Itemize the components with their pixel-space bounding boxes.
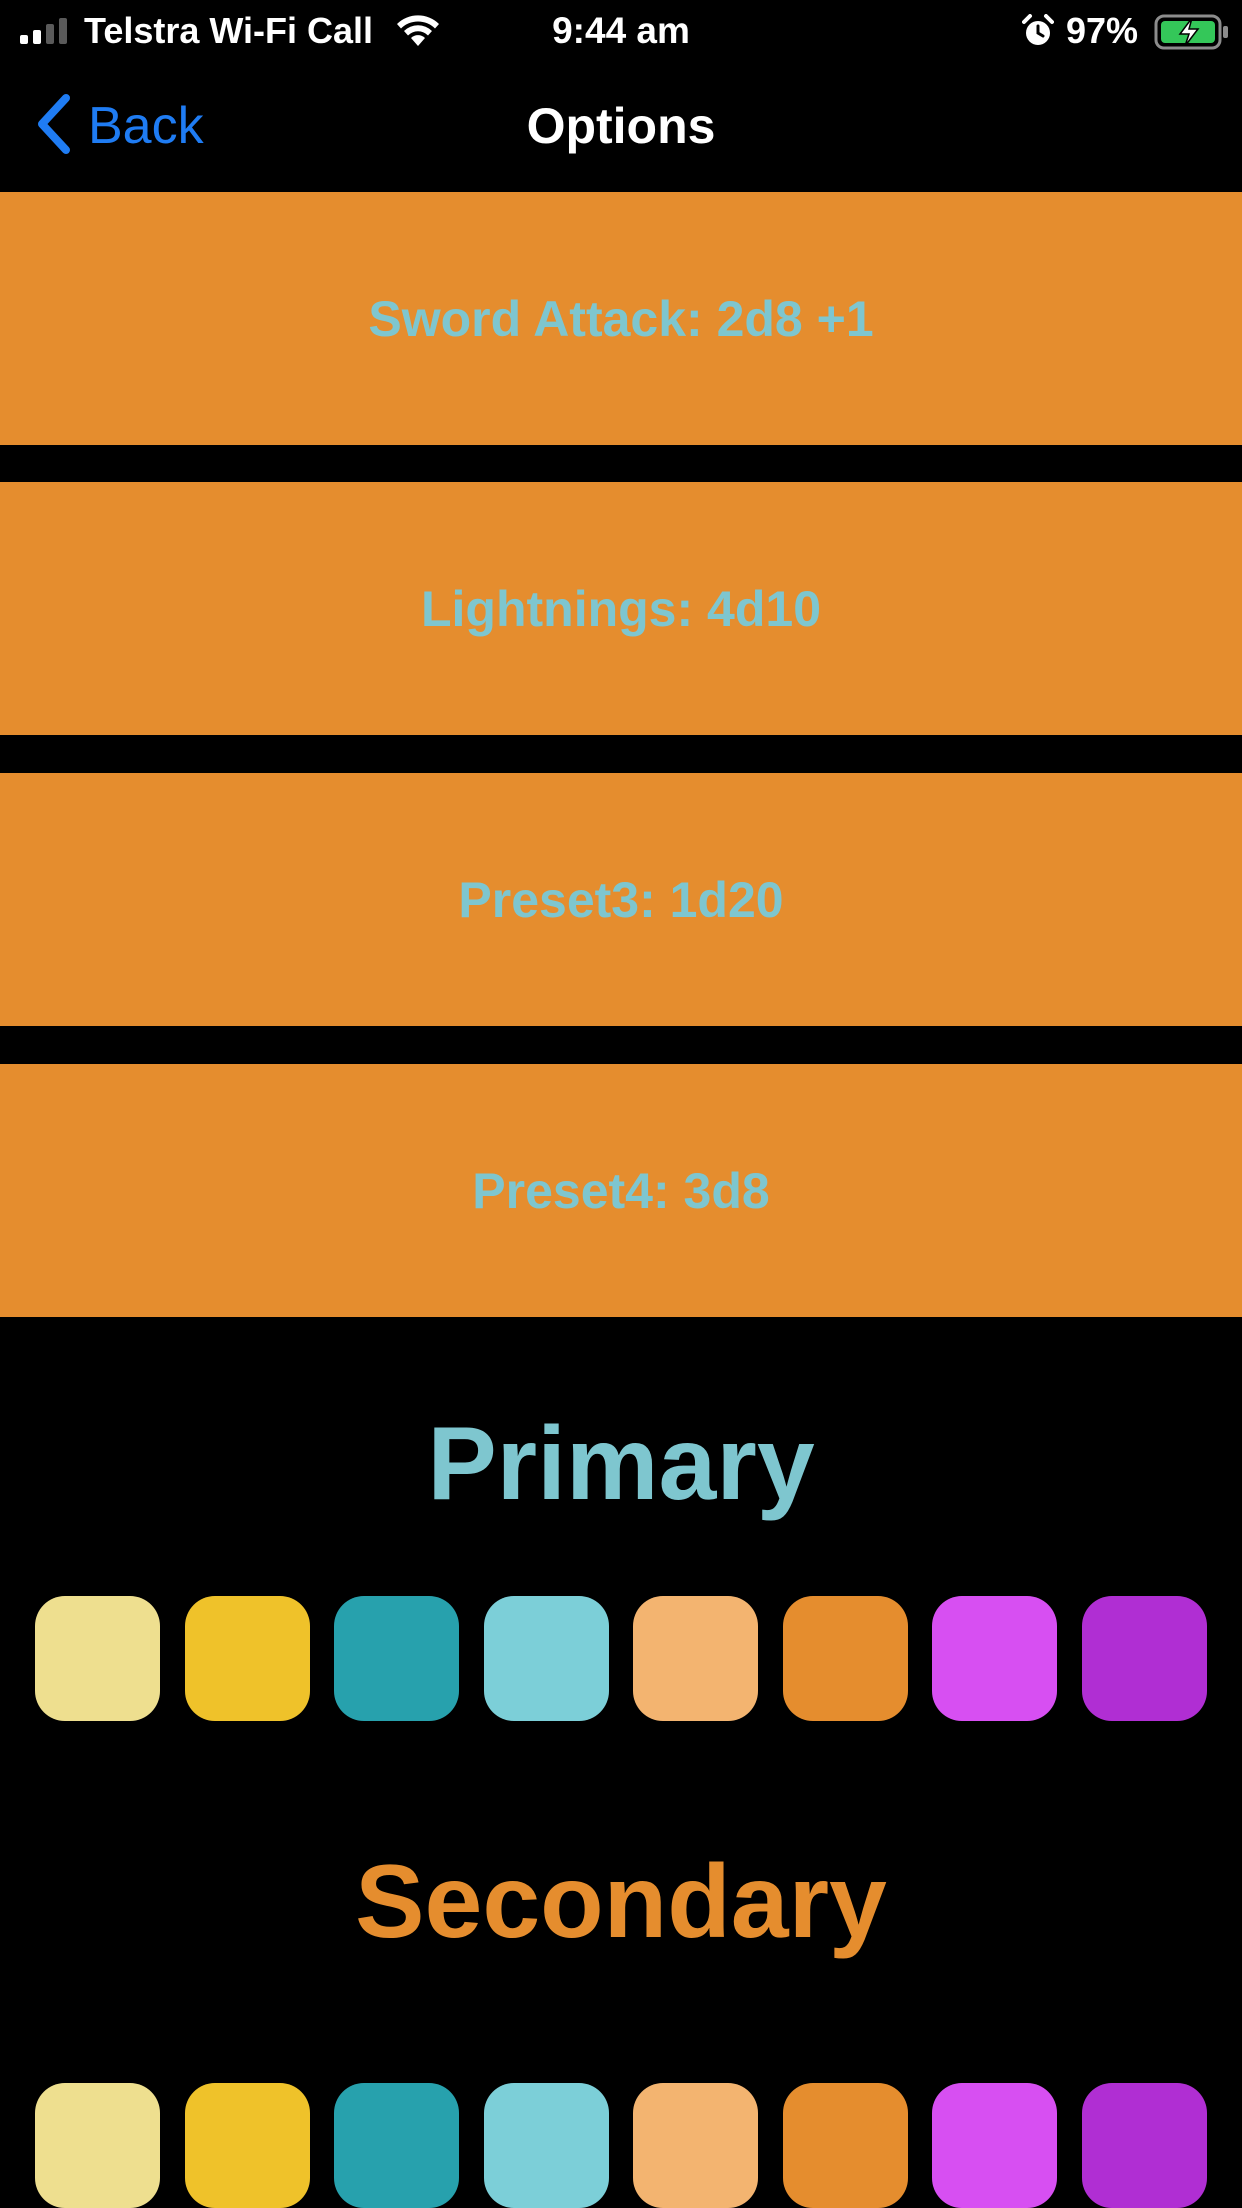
clock: 9:44 am	[552, 10, 690, 51]
primary-color-swatch-6[interactable]	[782, 1596, 908, 1721]
primary-color-swatch-7[interactable]	[932, 1596, 1058, 1721]
secondary-color-swatch-1[interactable]	[35, 2083, 160, 2208]
secondary-color-swatch-8[interactable]	[1081, 2083, 1207, 2208]
preset-label: Preset4: 3d8	[472, 1162, 770, 1219]
secondary-color-swatch-2[interactable]	[184, 2083, 310, 2208]
secondary-color-swatch-3[interactable]	[334, 2083, 460, 2208]
battery-percent: 97%	[1066, 10, 1139, 51]
primary-color-swatch-5[interactable]	[633, 1596, 759, 1721]
secondary-title: Secondary	[355, 1844, 887, 1960]
primary-color-swatch-8[interactable]	[1081, 1596, 1207, 1721]
secondary-color-swatch-5[interactable]	[633, 2083, 759, 2208]
primary-color-swatches	[35, 1596, 1207, 1721]
battery-charging-icon	[1154, 14, 1230, 55]
primary-color-swatch-1[interactable]	[35, 1596, 160, 1721]
alarm-icon	[1022, 14, 1054, 53]
preset-button-3[interactable]: Preset3: 1d20	[0, 773, 1242, 1026]
preset-label: Preset3: 1d20	[458, 871, 784, 928]
page-title: Options	[526, 98, 716, 154]
secondary-color-swatch-4[interactable]	[483, 2083, 609, 2208]
secondary-color-swatch-6[interactable]	[782, 2083, 908, 2208]
preset-button-4[interactable]: Preset4: 3d8	[0, 1064, 1242, 1317]
preset-label: Lightnings: 4d10	[421, 580, 821, 637]
navigation-bar: Back Options	[0, 62, 1242, 192]
preset-button-2[interactable]: Lightnings: 4d10	[0, 482, 1242, 735]
primary-color-swatch-3[interactable]	[334, 1596, 460, 1721]
preset-button-1[interactable]: Sword Attack: 2d8 +1	[0, 192, 1242, 445]
preset-label: Sword Attack: 2d8 +1	[368, 290, 874, 347]
primary-color-swatch-4[interactable]	[483, 1596, 609, 1721]
status-bar: Telstra Wi-Fi Call 9:44 am 97%	[0, 0, 1242, 62]
primary-color-swatch-2[interactable]	[184, 1596, 310, 1721]
secondary-color-swatches	[35, 2083, 1207, 2208]
secondary-color-swatch-7[interactable]	[932, 2083, 1058, 2208]
primary-title: Primary	[427, 1406, 815, 1522]
